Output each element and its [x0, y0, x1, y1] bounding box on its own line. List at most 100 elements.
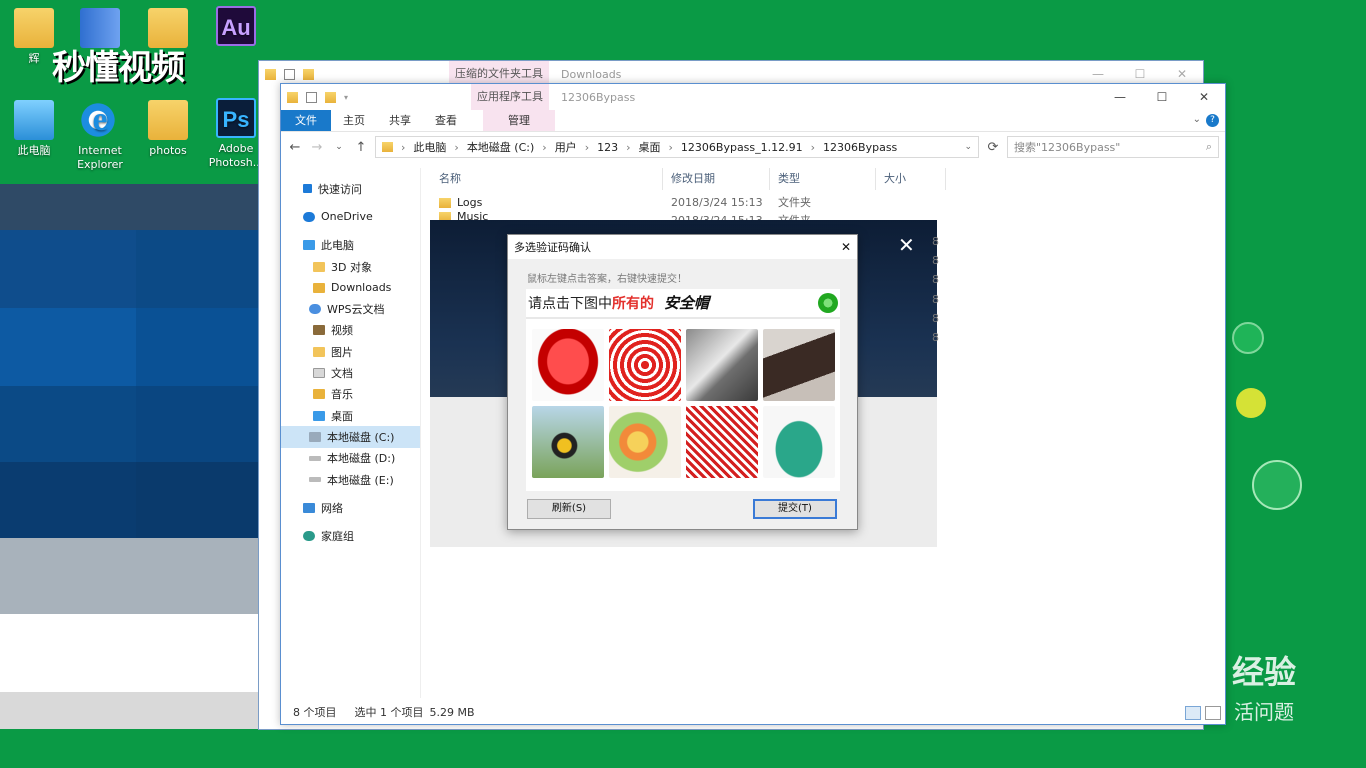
desktop-icon-photos[interactable]: photos: [136, 100, 200, 158]
nav-item-videos[interactable]: 视频: [281, 320, 420, 341]
breadcrumb-item[interactable]: 桌面: [639, 139, 661, 155]
recent-locations-icon[interactable]: ⌄: [331, 142, 347, 152]
nav-item-music[interactable]: 音乐: [281, 384, 420, 405]
captcha-tile-salad[interactable]: [609, 406, 681, 478]
selection-info: 选中 1 个项目: [354, 706, 424, 719]
desktop-icon-book[interactable]: [68, 8, 132, 52]
large-icons-view-icon[interactable]: [1205, 706, 1221, 720]
chevron-down-icon[interactable]: ▾: [344, 92, 355, 103]
cube-icon: [313, 261, 325, 272]
forward-arrow-icon[interactable]: →: [309, 140, 325, 155]
breadcrumb-item[interactable]: 本地磁盘 (C:): [467, 139, 534, 155]
column-header-type[interactable]: 类型: [770, 168, 876, 190]
quick-access-toolbar: [259, 68, 449, 80]
item-count: 8 个项目: [293, 706, 337, 719]
captcha-tile-hot-water-bottle[interactable]: [763, 406, 835, 478]
download-icon: [313, 282, 325, 293]
dialog-titlebar: 多选验证码确认 ✕: [508, 235, 857, 259]
nav-item-desktop[interactable]: 桌面: [281, 405, 420, 426]
search-icon: ⌕: [1205, 140, 1212, 153]
captcha-tile-helmet[interactable]: [532, 329, 604, 401]
decorative-circle: [1236, 388, 1266, 418]
breadcrumb-item[interactable]: 此电脑: [413, 139, 446, 155]
nav-item-onedrive[interactable]: OneDrive: [281, 206, 420, 227]
captcha-keyword: 安全帽: [664, 294, 710, 312]
document-icon: [313, 368, 325, 379]
network-icon: [303, 502, 315, 513]
tab-home[interactable]: 主页: [331, 110, 377, 131]
details-view-icon[interactable]: [1185, 706, 1201, 720]
search-input[interactable]: 搜索"12306Bypass" ⌕: [1007, 136, 1219, 158]
back-arrow-icon[interactable]: ←: [287, 140, 303, 155]
window-title: Downloads: [561, 67, 622, 81]
nav-item-drive-e[interactable]: 本地磁盘 (E:): [281, 469, 420, 490]
desktop-icon-label: Internet Explorer: [77, 144, 123, 171]
nav-item-drive-c[interactable]: 本地磁盘 (C:): [281, 426, 420, 448]
desktop-icon-audition[interactable]: Au: [204, 6, 268, 50]
captcha-tile-paper-cut-dragon[interactable]: [686, 406, 758, 478]
nav-item-wps-cloud[interactable]: WPS云文档: [281, 298, 420, 319]
up-arrow-icon[interactable]: ↑: [353, 140, 369, 155]
column-header-name[interactable]: 名称: [431, 168, 663, 190]
adobe-audition-icon: Au: [216, 6, 256, 46]
refresh-button[interactable]: 刷新(S): [527, 499, 611, 519]
address-bar[interactable]: › 此电脑 › 本地磁盘 (C:) › 用户 › 123 › 桌面 › 1230…: [375, 136, 979, 158]
submit-button[interactable]: 提交(T): [753, 499, 837, 519]
captcha-grid: [532, 329, 835, 478]
minimize-button[interactable]: —: [1099, 84, 1141, 110]
column-header-date[interactable]: 修改日期: [663, 168, 770, 190]
dialog-hint: 鼠标左键点击答案，右键快速提交！: [527, 274, 687, 285]
desktop-icon-label: photos: [149, 144, 187, 157]
captcha-dialog[interactable]: 多选验证码确认 ✕ 鼠标左键点击答案，右键快速提交！ 请点击下图中 所有的 安全帽…: [507, 234, 858, 530]
nav-item-drive-d[interactable]: 本地磁盘 (D:): [281, 448, 420, 469]
nav-item-downloads[interactable]: Downloads: [281, 277, 420, 298]
checkbox-icon[interactable]: [306, 91, 317, 103]
help-icon[interactable]: ?: [1206, 114, 1219, 127]
refresh-icon[interactable]: ⟳: [985, 140, 1001, 155]
breadcrumb-item[interactable]: 12306Bypass_1.12.91: [681, 141, 803, 154]
selection-size: 5.29 MB: [429, 705, 475, 719]
list-item[interactable]: Logs 2018/3/24 15:13 文件夹: [431, 194, 951, 212]
video-logo: 秒懂视频: [52, 49, 185, 87]
folder-icon: [325, 91, 336, 103]
decorative-circle: [1252, 460, 1302, 510]
maximize-button[interactable]: ☐: [1141, 84, 1183, 110]
desktop-icon-ie[interactable]: e Internet Explorer: [68, 100, 132, 172]
nav-item-this-pc[interactable]: 此电脑: [281, 235, 420, 256]
window-title: 12306Bypass: [561, 90, 636, 104]
status-bar: 8 个项目 选中 1 个项目 5.29 MB: [281, 700, 1225, 724]
breadcrumb-item[interactable]: 123: [597, 141, 618, 154]
captcha-tile-bee[interactable]: [532, 406, 604, 478]
tab-view[interactable]: 查看: [423, 110, 469, 131]
chevron-down-icon[interactable]: ⌄: [1193, 114, 1201, 125]
overlay-close-icon[interactable]: ✕: [898, 234, 915, 256]
folder-icon: [148, 8, 188, 48]
tab-manage[interactable]: 管理: [483, 110, 555, 131]
breadcrumb-item[interactable]: 用户: [555, 139, 577, 155]
nav-item-pictures[interactable]: 图片: [281, 341, 420, 362]
breadcrumb-item[interactable]: 12306Bypass: [823, 141, 897, 154]
folder-icon: [148, 100, 188, 140]
nav-item-3d-objects[interactable]: 3D 对象: [281, 256, 420, 277]
captcha-tile-paper-cut[interactable]: [609, 329, 681, 401]
refresh-icon[interactable]: [818, 293, 838, 313]
tab-file[interactable]: 文件: [281, 110, 331, 131]
nav-item-quick-access[interactable]: 快速访问: [281, 178, 420, 199]
chevron-down-icon[interactable]: ⌄: [964, 142, 972, 152]
captcha-prompt: 请点击下图中 所有的 安全帽: [526, 289, 840, 319]
captcha-tile-tiger[interactable]: [686, 329, 758, 401]
close-icon[interactable]: ✕: [841, 240, 851, 254]
application-tools-tab[interactable]: 应用程序工具: [471, 84, 549, 110]
folder-icon: [382, 142, 393, 152]
nav-item-homegroup[interactable]: 家庭组: [281, 525, 420, 546]
desktop-icon-this-pc[interactable]: 此电脑: [2, 100, 66, 158]
view-switcher: [1185, 706, 1221, 720]
nav-item-network[interactable]: 网络: [281, 497, 420, 518]
captcha-tile-cake[interactable]: [763, 329, 835, 401]
column-header-size[interactable]: 大小: [876, 168, 946, 190]
close-button[interactable]: ✕: [1183, 84, 1225, 110]
music-icon: [313, 389, 325, 400]
tab-share[interactable]: 共享: [377, 110, 423, 131]
nav-item-documents[interactable]: 文档: [281, 362, 420, 383]
captcha-panel: 请点击下图中 所有的 安全帽: [526, 289, 840, 491]
